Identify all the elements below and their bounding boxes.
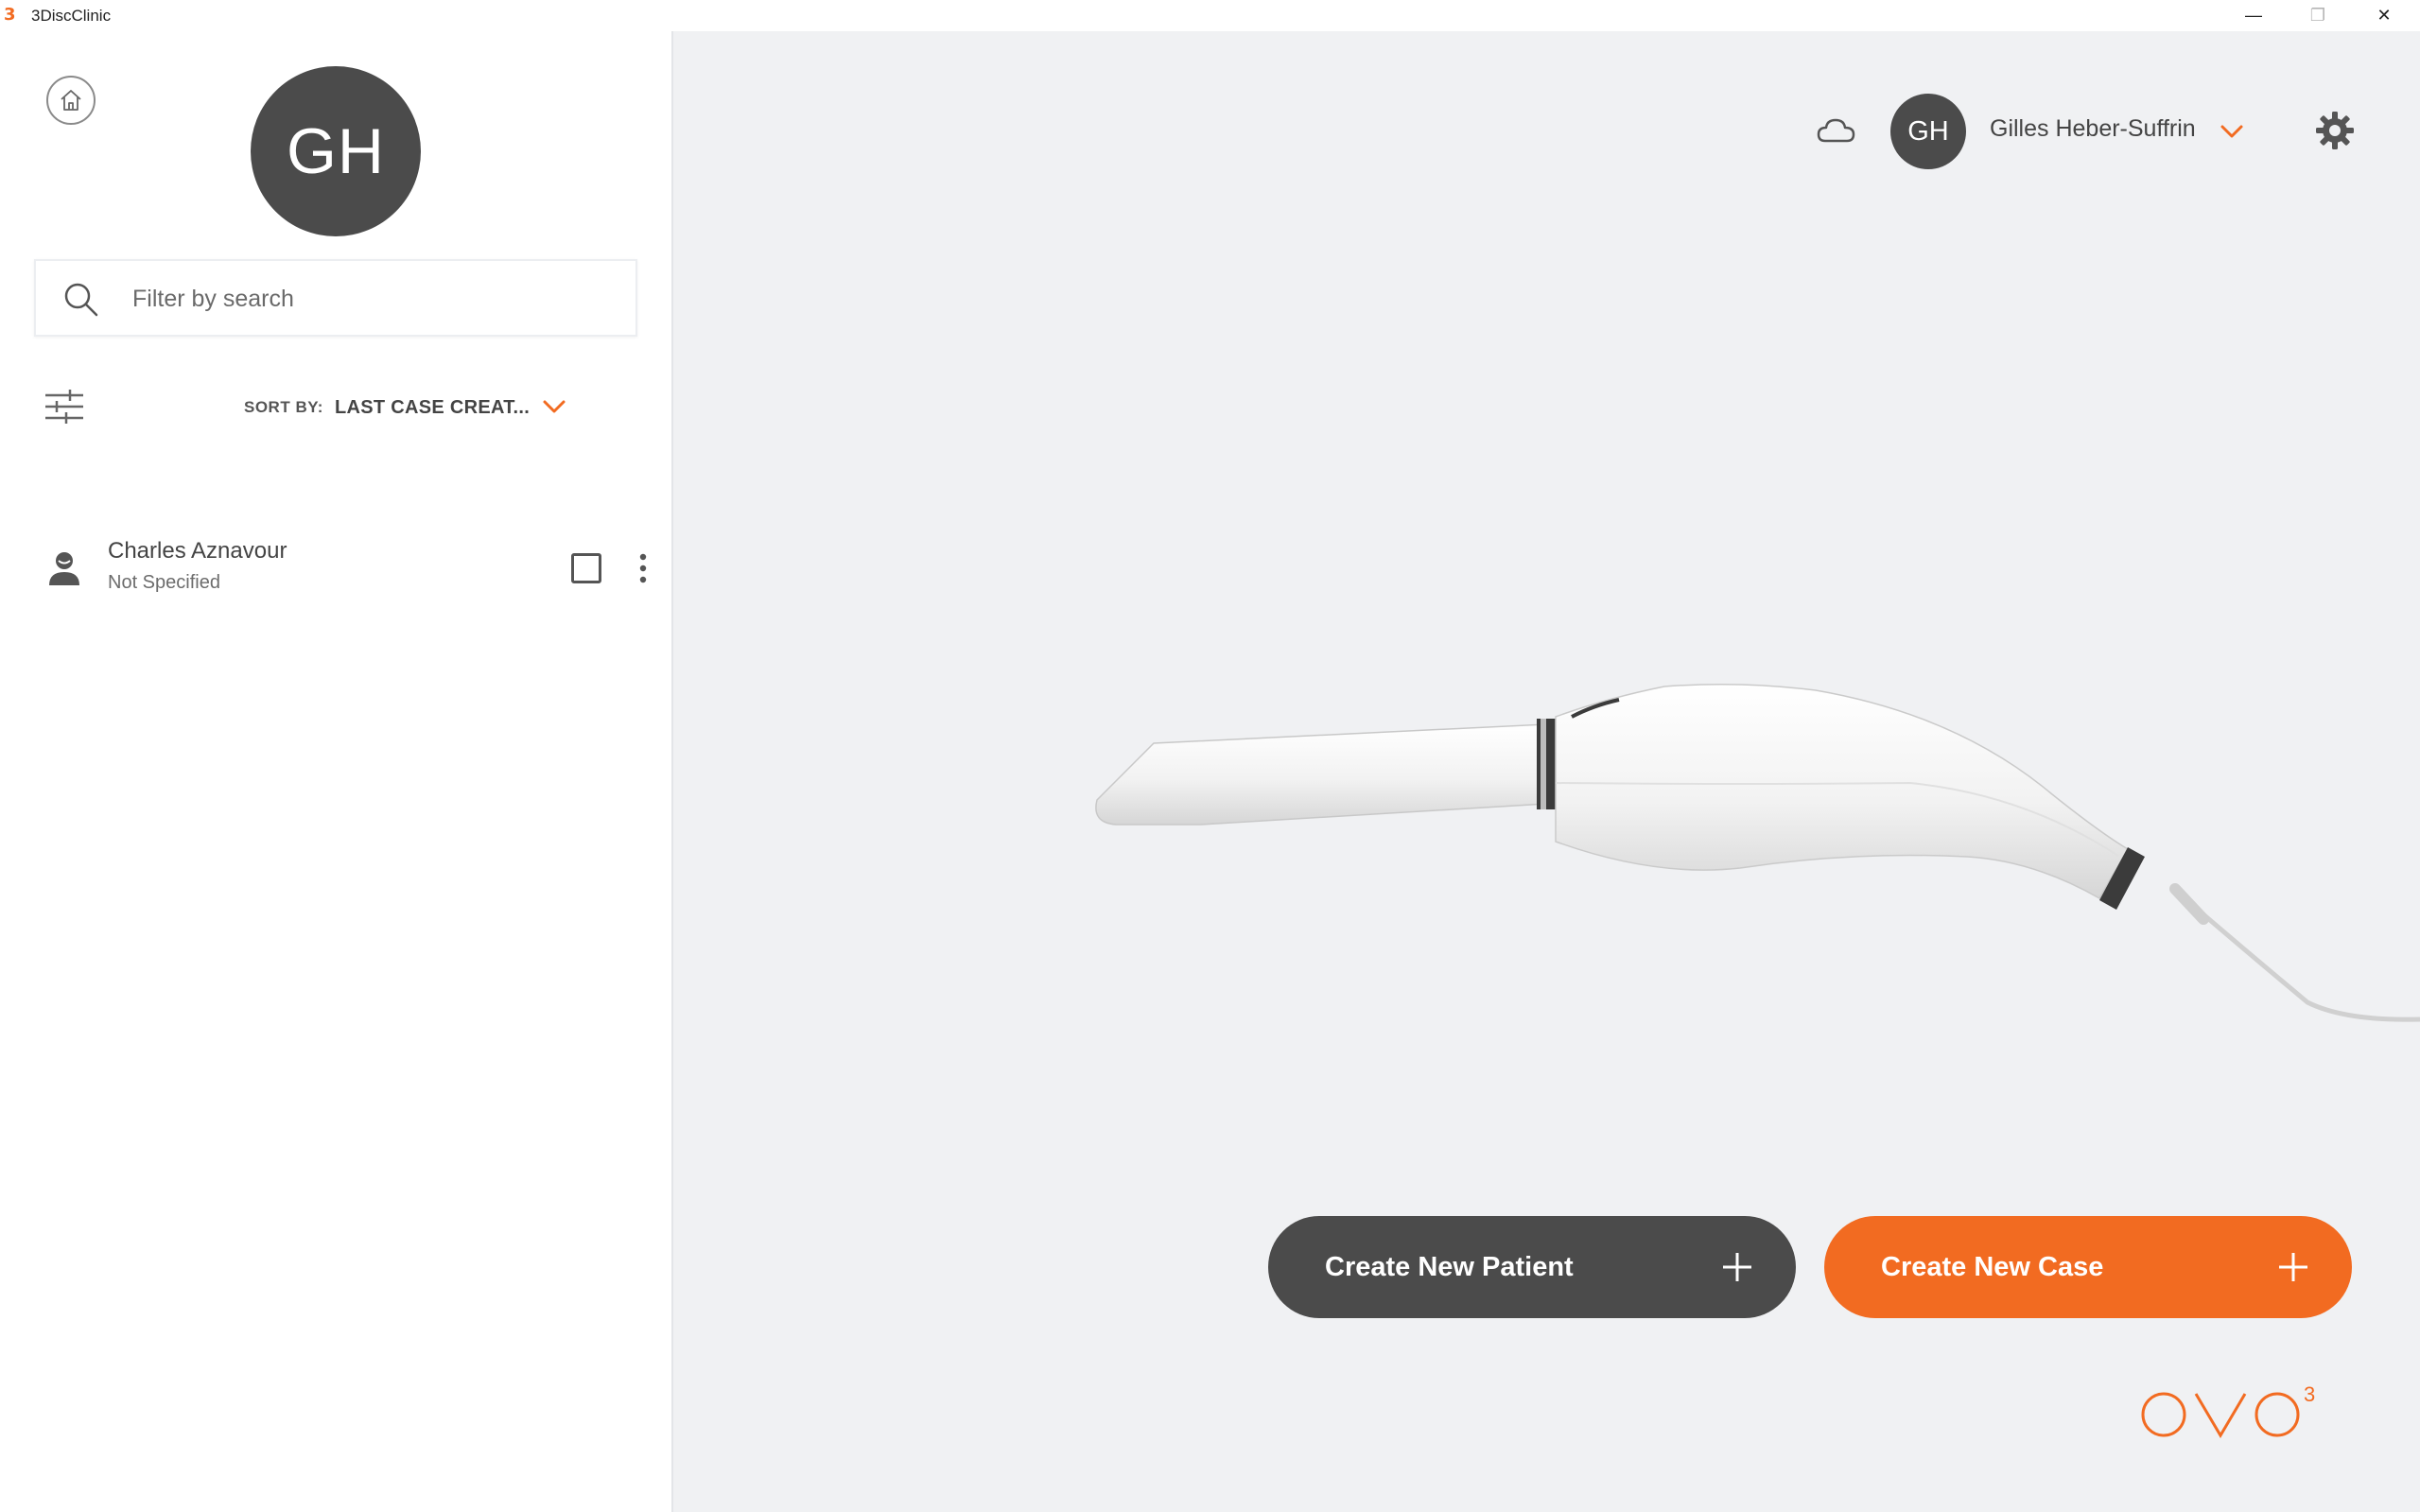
more-options-icon[interactable] [634,549,653,587]
sort-control[interactable]: SORT BY: LAST CASE CREAT... [244,391,530,425]
gear-icon[interactable] [2314,110,2356,151]
sort-label: SORT BY: [244,398,323,416]
sort-value[interactable]: LAST CASE CREAT... [335,397,530,419]
cloud-icon[interactable] [1816,114,1857,148]
search-input[interactable] [131,274,607,323]
patient-subtitle: Not Specified [108,572,220,593]
maximize-button[interactable]: ❐ [2286,0,2350,31]
svg-text:3: 3 [2304,1382,2315,1406]
chevron-down-icon[interactable] [2218,117,2246,146]
minimize-button[interactable]: — [2221,0,2286,31]
title-bar: 3 3DiscClinic — ❐ ✕ [0,0,2420,31]
home-button[interactable] [46,76,96,125]
user-name[interactable]: Gilles Heber-Suffrin [1990,115,2196,143]
filter-settings-icon[interactable] [44,388,85,426]
app-logo-icon: 3 [4,5,16,25]
ovo3-logo: 3 [2141,1382,2315,1438]
plus-icon [2279,1253,2307,1281]
patient-icon [49,552,79,585]
create-patient-button[interactable]: Create New Patient [1268,1216,1796,1318]
list-item[interactable]: Charles Aznavour Not Specified [0,523,671,614]
window-title: 3DiscClinic [31,7,112,25]
sidebar: GH SORT BY: LAST CASE CREAT... Charles A… [0,31,673,1512]
home-icon [61,90,81,111]
create-case-button[interactable]: Create New Case [1824,1216,2352,1318]
plus-icon [1723,1253,1751,1281]
patient-checkbox[interactable] [571,553,601,583]
search-icon [64,283,98,317]
user-avatar[interactable]: GH [1890,94,1966,169]
search-box [34,259,637,337]
scanner-illustration [1095,684,2420,1022]
patient-name: Charles Aznavour [108,538,287,564]
close-button[interactable]: ✕ [2352,0,2416,31]
create-case-label: Create New Case [1881,1251,2104,1282]
user-avatar-large[interactable]: GH [251,66,421,236]
chevron-down-icon[interactable] [541,393,567,420]
create-patient-label: Create New Patient [1325,1251,1574,1282]
